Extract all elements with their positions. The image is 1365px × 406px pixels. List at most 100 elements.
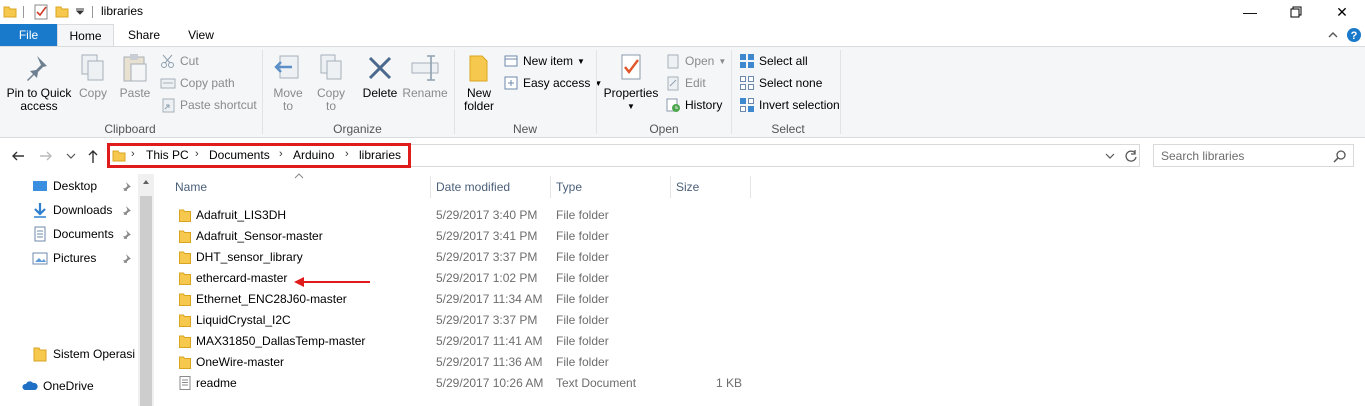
pin-icon[interactable] bbox=[122, 253, 132, 263]
scroll-up-icon[interactable] bbox=[142, 179, 150, 185]
paste-label: Paste bbox=[119, 86, 151, 100]
separator bbox=[596, 50, 597, 134]
new-item-label: New item bbox=[523, 54, 574, 68]
edit-button[interactable]: Edit bbox=[665, 73, 706, 93]
paste-button[interactable]: Paste bbox=[118, 52, 152, 100]
nav-label: Documents bbox=[53, 227, 114, 241]
refresh-icon[interactable] bbox=[1124, 149, 1138, 163]
file-row[interactable]: Ethernet_ENC28J60-master 5/29/2017 11:34 … bbox=[170, 289, 750, 310]
history-button[interactable]: History bbox=[665, 95, 722, 115]
file-name[interactable]: LiquidCrystal_I2C bbox=[196, 313, 291, 327]
file-name[interactable]: ethercard-master bbox=[196, 271, 287, 285]
invert-selection-button[interactable]: Invert selection bbox=[739, 95, 840, 115]
paste-icon bbox=[123, 54, 147, 82]
tab-file[interactable]: File bbox=[0, 24, 57, 46]
search-placeholder: Search libraries bbox=[1161, 149, 1245, 163]
tab-view[interactable]: View bbox=[186, 24, 216, 46]
easy-access-button[interactable]: Easy access ▼ bbox=[503, 73, 602, 93]
pin-icon[interactable] bbox=[122, 181, 132, 191]
move-to-icon bbox=[274, 55, 299, 79]
separator[interactable] bbox=[670, 176, 671, 198]
file-row[interactable]: ethercard-master 5/29/2017 1:02 PM File fo… bbox=[170, 268, 750, 289]
copy-path-label: Copy path bbox=[180, 76, 235, 90]
file-row[interactable]: MAX31850_DallasTemp-master 5/29/2017 11:4… bbox=[170, 331, 750, 352]
recent-locations-chevron-icon[interactable] bbox=[66, 152, 76, 160]
nav-item-pictures[interactable]: Pictures bbox=[32, 247, 96, 269]
collapse-ribbon-icon[interactable] bbox=[1327, 30, 1339, 40]
cut-button[interactable]: Cut bbox=[160, 51, 199, 71]
tab-share[interactable]: Share bbox=[126, 24, 162, 46]
edit-icon bbox=[667, 76, 679, 91]
paste-shortcut-label: Paste shortcut bbox=[180, 98, 257, 112]
minimize-button[interactable]: — bbox=[1227, 0, 1273, 24]
tab-home[interactable]: Home bbox=[57, 24, 114, 46]
column-header-date-modified[interactable]: Date modified bbox=[436, 180, 510, 194]
move-to-button[interactable]: Move to bbox=[270, 52, 306, 113]
help-icon[interactable]: ? bbox=[1346, 27, 1362, 43]
delete-x-icon bbox=[368, 56, 392, 80]
delete-label: Delete bbox=[362, 86, 398, 100]
nav-item-documents[interactable]: Documents bbox=[32, 223, 114, 245]
pin-to-quick-access-button[interactable]: Pin to Quick access bbox=[5, 52, 73, 113]
copy-button[interactable]: Copy bbox=[76, 52, 110, 100]
separator[interactable] bbox=[550, 176, 551, 198]
pin-icon[interactable] bbox=[122, 205, 132, 215]
file-date-modified: 5/29/2017 1:02 PM bbox=[436, 271, 538, 285]
new-item-button[interactable]: New item ▼ bbox=[503, 51, 585, 71]
select-none-button[interactable]: Select none bbox=[739, 73, 822, 93]
nav-label: OneDrive bbox=[43, 379, 94, 393]
select-all-button[interactable]: Select all bbox=[739, 51, 808, 71]
file-name[interactable]: readme bbox=[196, 376, 237, 390]
delete-button[interactable]: Delete bbox=[360, 52, 400, 100]
separator[interactable] bbox=[750, 176, 751, 198]
column-header-name[interactable]: Name bbox=[175, 180, 207, 194]
new-folder-button[interactable]: New folder bbox=[460, 52, 498, 113]
file-name[interactable]: MAX31850_DallasTemp-master bbox=[196, 334, 365, 348]
file-row[interactable]: readme 5/29/2017 10:26 AM Text Document 1 K… bbox=[170, 373, 750, 394]
cloud-icon bbox=[22, 381, 38, 390]
copy-path-button[interactable]: Copy path bbox=[160, 73, 235, 93]
file-name[interactable]: Adafruit_LIS3DH bbox=[196, 208, 286, 222]
copy-to-button[interactable]: Copy to bbox=[313, 52, 349, 113]
open-group-label: Open bbox=[649, 122, 679, 136]
quick-access-dropdown-icon[interactable] bbox=[75, 6, 85, 16]
separator bbox=[454, 50, 455, 134]
pin-icon[interactable] bbox=[122, 229, 132, 239]
file-row[interactable]: Adafruit_LIS3DH 5/29/2017 3:40 PM File fol… bbox=[170, 205, 750, 226]
separator[interactable] bbox=[430, 176, 431, 198]
close-button[interactable]: ✕ bbox=[1319, 0, 1365, 24]
column-header-type[interactable]: Type bbox=[556, 180, 582, 194]
new-folder-icon[interactable] bbox=[55, 4, 69, 18]
nav-scrollbar[interactable] bbox=[138, 174, 154, 406]
paste-shortcut-button[interactable]: Paste shortcut bbox=[160, 95, 257, 115]
search-icon[interactable] bbox=[1333, 149, 1347, 163]
forward-arrow-icon[interactable] bbox=[38, 149, 54, 163]
column-header-size[interactable]: Size bbox=[676, 180, 699, 194]
nav-item-sistem-operasi[interactable]: Sistem Operasi bbox=[32, 343, 135, 365]
select-all-icon bbox=[740, 54, 754, 68]
file-date-modified: 5/29/2017 3:41 PM bbox=[436, 229, 538, 243]
nav-item-desktop[interactable]: Desktop bbox=[32, 175, 97, 197]
file-row[interactable]: OneWire-master 5/29/2017 11:36 AM File fol… bbox=[170, 352, 750, 373]
properties-button[interactable]: Properties ▼ bbox=[603, 52, 659, 113]
file-name[interactable]: Adafruit_Sensor-master bbox=[196, 229, 323, 243]
file-row[interactable]: LiquidCrystal_I2C 5/29/2017 3:37 PM File f… bbox=[170, 310, 750, 331]
rename-button[interactable]: Rename bbox=[401, 52, 449, 100]
address-dropdown-icon[interactable] bbox=[1104, 151, 1116, 161]
title-bar: libraries — ✕ bbox=[0, 0, 1365, 24]
nav-item-onedrive[interactable]: OneDrive bbox=[22, 375, 94, 397]
nav-scroll-thumb[interactable] bbox=[140, 196, 152, 406]
properties-check-icon[interactable] bbox=[33, 4, 49, 20]
file-name[interactable]: OneWire-master bbox=[196, 355, 284, 369]
nav-item-downloads[interactable]: Downloads bbox=[32, 199, 112, 221]
file-name[interactable]: Ethernet_ENC28J60-master bbox=[196, 292, 347, 306]
search-box[interactable]: Search libraries bbox=[1153, 144, 1354, 167]
maximize-button[interactable] bbox=[1273, 0, 1319, 24]
file-name[interactable]: DHT_sensor_library bbox=[196, 250, 303, 264]
file-row[interactable]: Adafruit_Sensor-master 5/29/2017 3:41 PM F… bbox=[170, 226, 750, 247]
documents-icon bbox=[34, 226, 46, 242]
back-arrow-icon[interactable] bbox=[10, 149, 26, 163]
open-button[interactable]: Open ▼ bbox=[665, 51, 726, 71]
file-row[interactable]: DHT_sensor_library 5/29/2017 3:37 PM File … bbox=[170, 247, 750, 268]
up-arrow-icon[interactable] bbox=[86, 148, 100, 164]
